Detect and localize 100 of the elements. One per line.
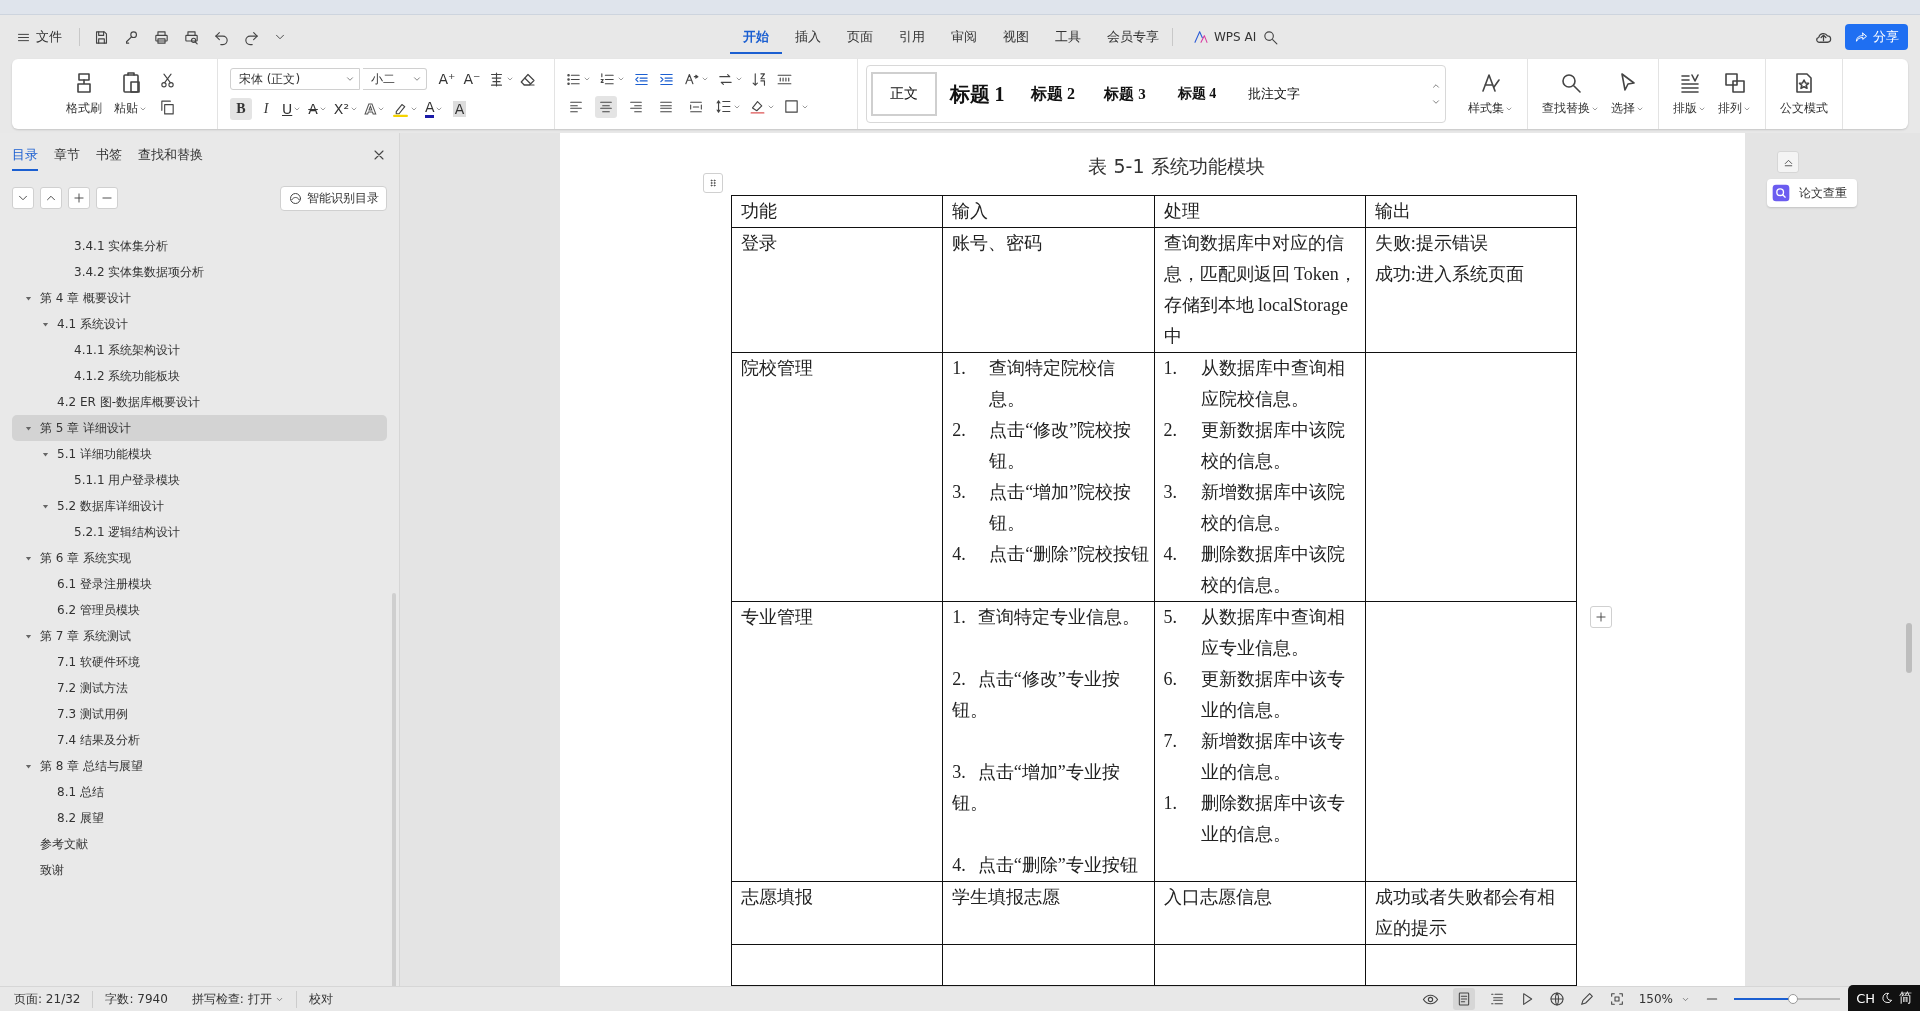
drag-handle[interactable] [703, 173, 723, 193]
menu-tab[interactable]: 视图 [990, 20, 1042, 54]
input-method-indicator[interactable]: CH 简 [1848, 985, 1920, 1011]
toc-item[interactable]: 4.1 系统设计 [12, 311, 387, 337]
save-icon[interactable] [93, 28, 110, 46]
plagiarism-check-button[interactable]: 论文查重 [1767, 179, 1857, 207]
style-preset[interactable]: 标题 1 [937, 72, 1017, 116]
sidebar-tab[interactable]: 查找和替换 [138, 139, 203, 171]
toc-item[interactable]: 7.4 结果及分析 [12, 727, 387, 753]
italic-button[interactable]: I [255, 98, 277, 120]
toc-item[interactable]: 5.2 数据库详细设计 [12, 493, 387, 519]
font-name-dropdown[interactable]: 宋体 (正文) [230, 68, 360, 90]
file-menu-button[interactable]: 文件 [12, 26, 66, 48]
menu-tab[interactable]: 页面 [834, 20, 886, 54]
select-button[interactable]: 选择 [1605, 68, 1650, 120]
toc-item[interactable]: 7.1 软硬件环境 [12, 649, 387, 675]
shrink-font-button[interactable]: A⁻ [461, 68, 483, 90]
toc-item[interactable]: 第 4 章 概要设计 [12, 285, 387, 311]
line-spacing-icon[interactable] [715, 98, 732, 115]
sidebar-tab[interactable]: 章节 [54, 139, 80, 171]
toc-item[interactable]: 4.2 ER 图-数据库概要设计 [12, 389, 387, 415]
borders-icon[interactable] [783, 98, 800, 115]
find-replace-button[interactable]: 查找替换 [1536, 68, 1605, 120]
style-preset[interactable]: 批注文字 [1233, 72, 1315, 116]
toc-item[interactable]: 第 8 章 总结与展望 [12, 753, 387, 779]
style-preset[interactable]: 标题 3 [1089, 72, 1161, 116]
toc-item[interactable]: 第 6 章 系统实现 [12, 545, 387, 571]
bold-button[interactable]: B [230, 98, 252, 120]
ai-button[interactable]: WPS AI [1187, 25, 1263, 49]
cell-text: 院校管理 [741, 357, 814, 380]
expand-gallery-icon[interactable] [1431, 97, 1441, 107]
collapse-panel-button[interactable] [1777, 151, 1799, 173]
sidebar-tab[interactable]: 书签 [96, 139, 122, 171]
toc-item[interactable]: 8.1 总结 [12, 779, 387, 805]
superscript-button[interactable]: X² [331, 98, 361, 120]
layout-button[interactable]: 排版 [1667, 68, 1712, 120]
toc-item[interactable]: 3.4.2 实体集数据项分析 [12, 259, 387, 285]
style-preset[interactable]: 正文 [871, 72, 937, 116]
dots-icon [707, 177, 719, 189]
proofread-button[interactable]: 校对 [308, 990, 345, 1008]
strikethrough-button[interactable]: A [306, 98, 329, 120]
toc-item[interactable]: 5.2.1 逻辑结构设计 [12, 519, 387, 545]
page-count[interactable]: 页面: 21/32 [14, 990, 94, 1008]
menu-tab[interactable]: 审阅 [938, 20, 990, 54]
toc-item[interactable]: 7.2 测试方法 [12, 675, 387, 701]
official-document-button[interactable]: 公文模式 [1774, 68, 1834, 120]
toc-item[interactable]: 致谢 [12, 857, 387, 883]
text-effect-button[interactable]: A [363, 98, 387, 120]
fit-page-icon[interactable] [1608, 991, 1625, 1007]
menu-tab[interactable]: 插入 [782, 20, 834, 54]
menu-tab[interactable]: 引用 [886, 20, 938, 54]
font-size-dropdown[interactable]: 小二 [363, 68, 427, 90]
underline-button[interactable]: U [280, 98, 304, 120]
sort-icon[interactable] [751, 70, 768, 88]
magnifier-badge-icon [1771, 183, 1791, 203]
share-button[interactable]: 分享 [1845, 24, 1908, 50]
character-shading-button[interactable]: A [448, 98, 471, 120]
style-preset[interactable]: 标题 2 [1017, 72, 1089, 116]
key-icon[interactable] [123, 28, 140, 46]
toc-item[interactable]: 6.2 管理员模块 [12, 597, 387, 623]
cut-icon[interactable] [159, 72, 176, 89]
pen-icon[interactable] [1578, 991, 1595, 1007]
copy-icon[interactable] [159, 99, 176, 116]
word-count[interactable]: 字数: 7940 [105, 990, 180, 1008]
spell-check-toggle[interactable]: 拼写检查: 打开 [191, 990, 297, 1008]
toc-item[interactable]: 3.4.1 实体集分析 [12, 233, 387, 259]
outline-view-icon[interactable] [1488, 991, 1505, 1007]
alignment-button[interactable] [595, 95, 617, 118]
grow-font-button[interactable]: A⁺ [436, 68, 458, 90]
smart-toc-button[interactable]: 智能识别目录 [280, 185, 387, 211]
menu-tab[interactable]: 工具 [1042, 20, 1094, 54]
format-painter-button[interactable]: 格式刷 [60, 68, 108, 120]
toc-item[interactable]: 第 5 章 详细设计 [12, 415, 387, 441]
sidebar-tab[interactable]: 目录 [12, 139, 38, 171]
style-set-button[interactable]: 样式集 [1462, 68, 1519, 120]
search-icon[interactable] [1262, 28, 1280, 46]
toc-item[interactable]: 5.1.1 用户登录模块 [12, 467, 387, 493]
scrollbar[interactable] [1906, 623, 1912, 673]
toc-item[interactable]: 6.1 登录注册模块 [12, 571, 387, 597]
toc-item[interactable]: 参考文献 [12, 831, 387, 857]
toc-item[interactable]: 8.2 展望 [12, 805, 387, 831]
zoom-dropdown[interactable]: 150% [1638, 992, 1690, 1006]
toc-item[interactable]: 第 7 章 系统测试 [12, 623, 387, 649]
slider-thumb[interactable] [1788, 994, 1799, 1004]
shading-icon[interactable] [749, 98, 766, 115]
page-view-button[interactable] [1452, 988, 1475, 1010]
toc-item[interactable]: 7.3 测试用例 [12, 701, 387, 727]
style-preset[interactable]: 标题 4 [1161, 72, 1233, 116]
toc-item[interactable]: 4.1.2 系统功能板块 [12, 363, 387, 389]
paste-button[interactable]: 粘贴 [108, 68, 153, 120]
print-icon[interactable] [153, 28, 170, 46]
toc-item[interactable]: 4.1.1 系统架构设计 [12, 337, 387, 363]
menu-tab[interactable]: 会员专享 [1094, 20, 1172, 54]
arrange-button[interactable]: 排列 [1712, 68, 1757, 120]
font-color-button[interactable]: A [422, 98, 446, 120]
menu-tab[interactable]: 开始 [730, 20, 782, 54]
toc-item[interactable]: 5.1 详细功能模块 [12, 441, 387, 467]
scroll-up-icon[interactable] [1431, 81, 1441, 91]
print-preview-icon[interactable] [183, 28, 200, 46]
globe-icon[interactable] [1548, 991, 1565, 1007]
